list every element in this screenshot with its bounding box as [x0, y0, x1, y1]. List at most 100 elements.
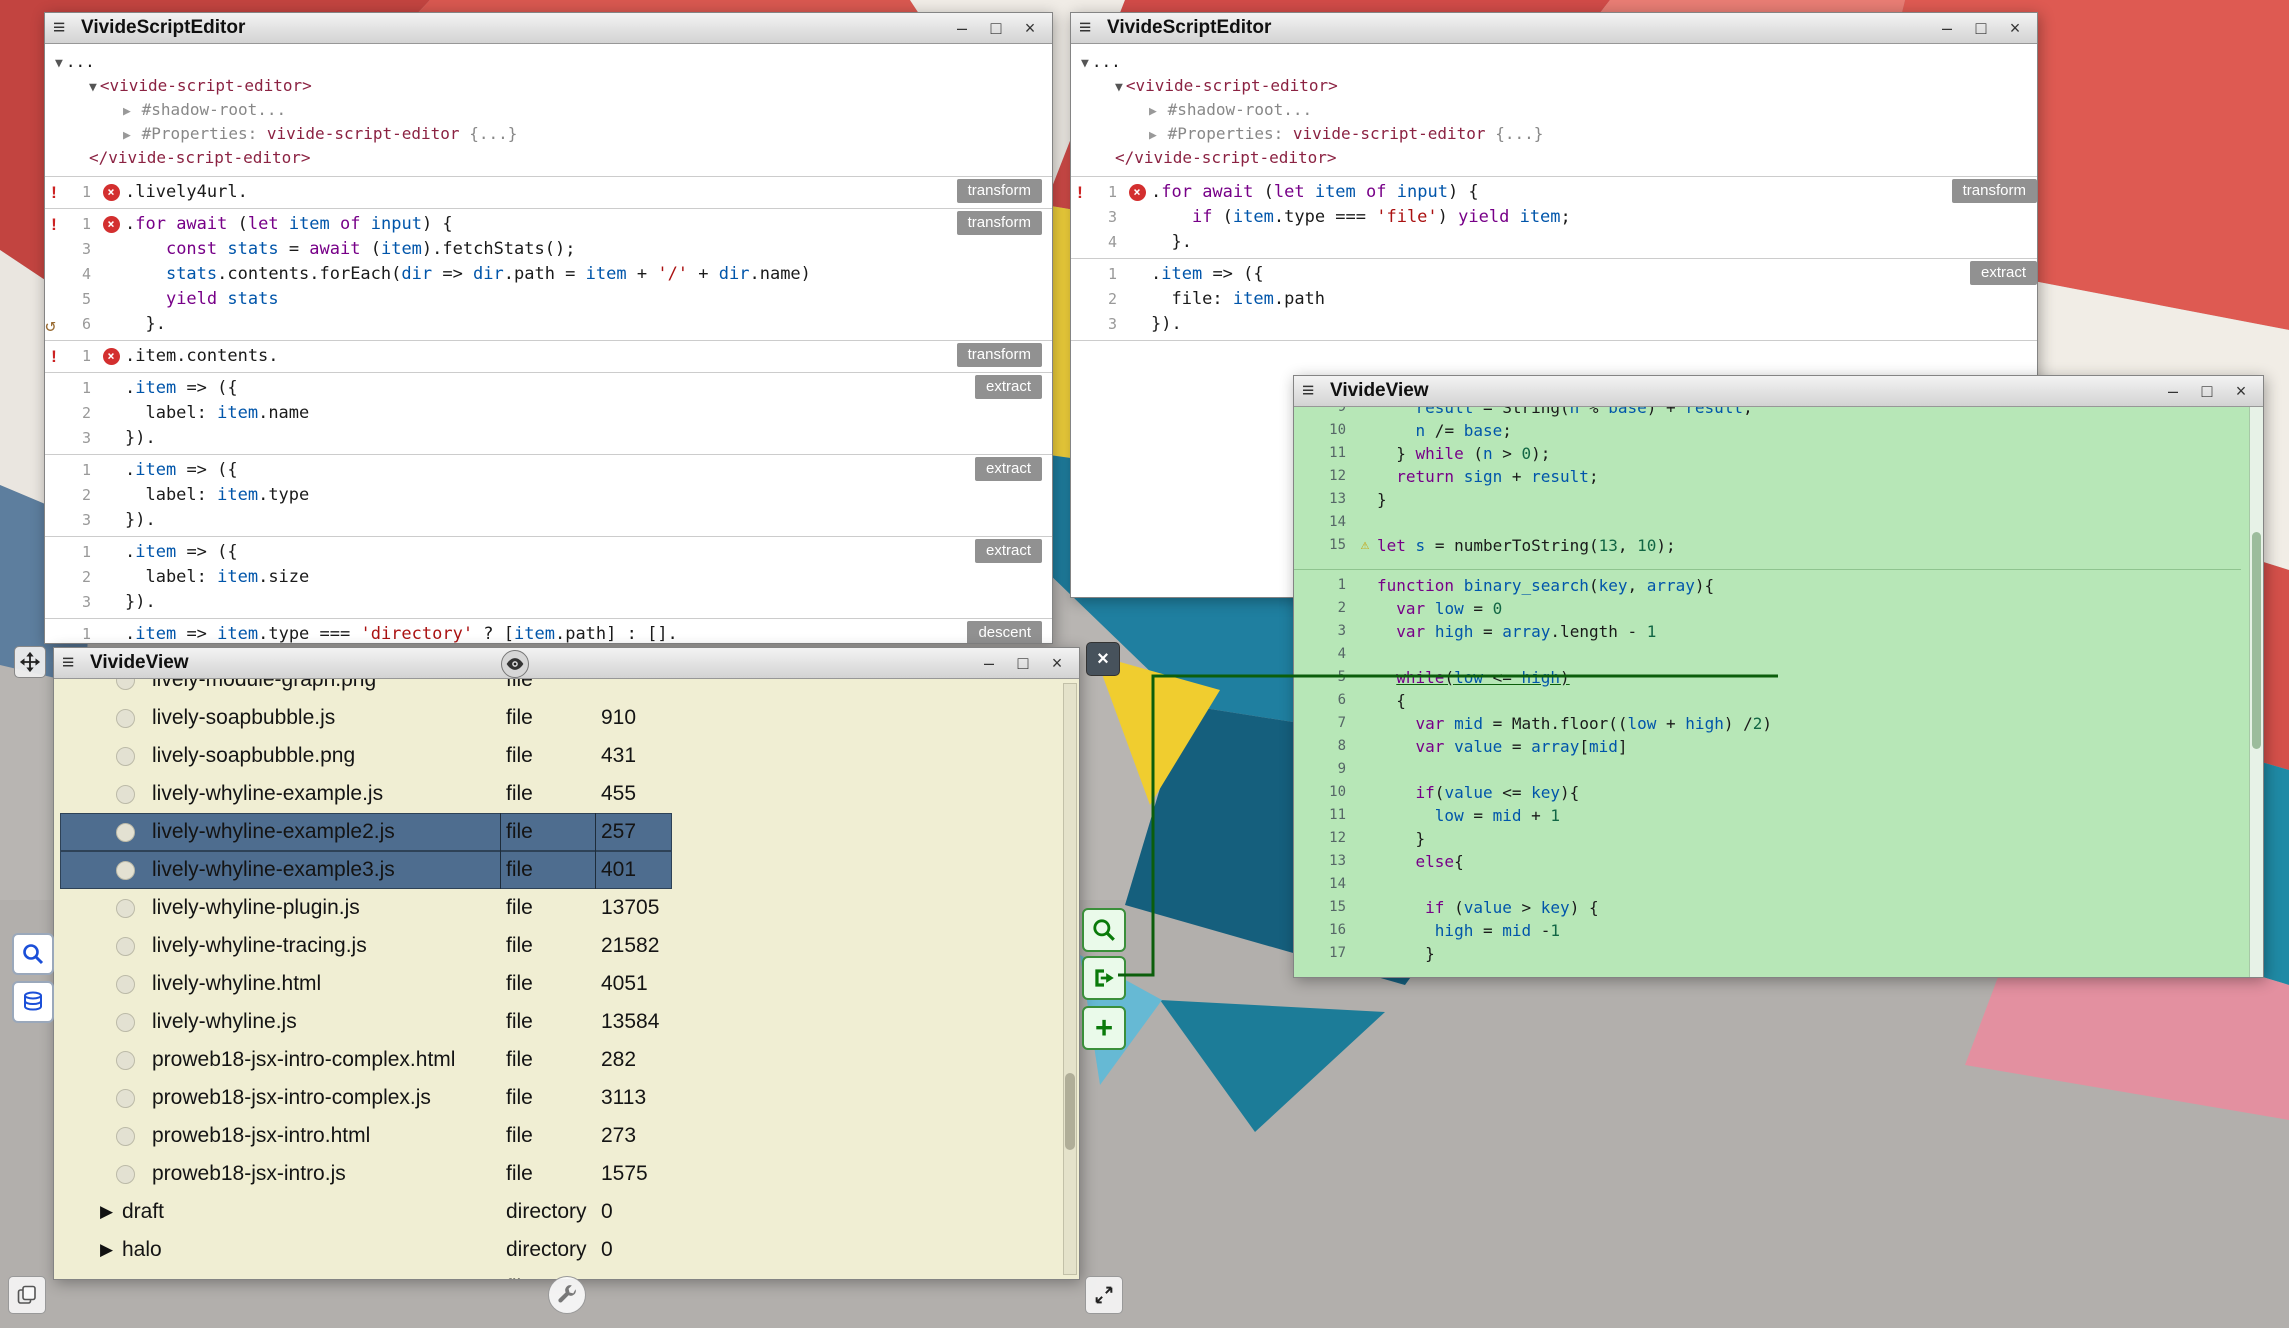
menu-icon[interactable]: ≡ — [62, 648, 88, 678]
configure-button[interactable] — [548, 1276, 586, 1314]
code-line[interactable]: 3 const stats = await (item).fetchStats(… — [45, 237, 1052, 262]
code-line[interactable]: 10 n /= base; — [1294, 419, 2241, 442]
minimize-button[interactable]: – — [979, 648, 999, 678]
menu-icon[interactable]: ≡ — [1079, 13, 1105, 43]
table-row[interactable]: lively-whyline.htmlfile4051 — [54, 965, 1079, 1003]
code-line[interactable]: 2 file: item.path — [1071, 287, 2037, 312]
code-line[interactable]: 12 } — [1294, 827, 2241, 850]
maximize-button[interactable]: □ — [1013, 648, 1033, 678]
maximize-button[interactable]: □ — [986, 13, 1006, 43]
close-button[interactable]: × — [2231, 376, 2251, 406]
code-line[interactable]: !1×.lively4url. — [45, 180, 1052, 205]
code-line[interactable]: 9 — [1294, 758, 2241, 781]
code-line[interactable]: 14 — [1294, 511, 2241, 534]
code-line[interactable]: 1.item => item.type === 'directory' ? [i… — [45, 622, 1052, 643]
expand-triangle-icon[interactable]: ▶ — [100, 1193, 113, 1231]
code-line[interactable]: 1.item => ({ — [1071, 262, 2037, 287]
code-line[interactable]: 13} — [1294, 488, 2241, 511]
copy-window-button[interactable] — [8, 1276, 46, 1314]
code-line[interactable]: 1.item => ({ — [45, 458, 1052, 483]
code-line[interactable]: 1.item => ({ — [45, 540, 1052, 565]
code-line[interactable]: 6 { — [1294, 689, 2241, 712]
dom-tree-line[interactable]: ▶ #Properties: vivide-script-editor {...… — [45, 123, 1052, 147]
code-line[interactable]: 3 if (item.type === 'file') yield item; — [1071, 205, 2037, 230]
code-line[interactable]: 2 label: item.name — [45, 401, 1052, 426]
code-line[interactable]: 3 var high = array.length - 1 — [1294, 620, 2241, 643]
expand-triangle-icon[interactable]: ▶ — [100, 1231, 113, 1269]
scrollbar[interactable] — [1063, 683, 1077, 1275]
code-line[interactable]: 15⚠let s = numberToString(13, 10); — [1294, 534, 2241, 557]
titlebar[interactable]: ≡ VivideScriptEditor – □ × — [45, 13, 1052, 44]
dom-tree-line[interactable]: ▶ #shadow-root... — [1071, 99, 2037, 123]
menu-icon[interactable]: ≡ — [1302, 376, 1328, 406]
code-line[interactable]: 17 } — [1294, 942, 2241, 965]
halo-close-button[interactable]: × — [1086, 642, 1120, 676]
code-line[interactable]: 5 yield stats — [45, 287, 1052, 312]
code-line[interactable]: 4 — [1294, 643, 2241, 666]
dom-tree-line[interactable]: ▼<vivide-script-editor> — [1071, 75, 2037, 99]
dom-tree-line[interactable]: ▼... — [1071, 51, 2037, 75]
titlebar[interactable]: ≡ VivideView – □ × — [54, 648, 1079, 679]
table-row[interactable]: proweb18-jsx-intro-complex.jsfile3113 — [54, 1079, 1079, 1117]
code-line[interactable]: 12 return sign + result; — [1294, 465, 2241, 488]
code-line[interactable]: 2 label: item.type — [45, 483, 1052, 508]
table-row[interactable]: lively-module-graph.pngfile — [54, 679, 1079, 699]
table-row[interactable]: lively-whyline-example3.jsfile401 — [54, 851, 1079, 889]
dom-tree-line[interactable]: </vivide-script-editor> — [1071, 147, 2037, 169]
resize-button[interactable] — [1085, 1276, 1123, 1314]
dom-tree-line[interactable]: </vivide-script-editor> — [45, 147, 1052, 169]
add-view-button[interactable]: + — [1082, 1006, 1126, 1050]
inspect-button[interactable] — [12, 933, 54, 975]
code-line[interactable]: 1function binary_search(key, array){ — [1294, 574, 2241, 597]
eye-toggle-button[interactable] — [501, 650, 529, 678]
minimize-button[interactable]: – — [1937, 13, 1957, 43]
code-line[interactable]: 10 if(value <= key){ — [1294, 781, 2241, 804]
code-line[interactable]: !1×.for await (let item of input) { — [45, 212, 1052, 237]
scrollbar-thumb[interactable] — [2252, 532, 2261, 749]
code-line[interactable]: ↺6 }. — [45, 312, 1052, 337]
code-line[interactable]: 13 else{ — [1294, 850, 2241, 873]
code-line[interactable]: 9 result = String(n % base) + result; — [1294, 407, 2241, 419]
scrollbar[interactable] — [2249, 407, 2263, 977]
code-line[interactable]: 5 while(low <= high) — [1294, 666, 2241, 689]
table-row[interactable]: lively-whyline-tracing.jsfile21582 — [54, 927, 1079, 965]
titlebar[interactable]: ≡ VivideScriptEditor – □ × — [1071, 13, 2037, 44]
code-line[interactable]: 14 — [1294, 873, 2241, 896]
table-row[interactable]: lively-whyline-example2.jsfile257 — [54, 813, 1079, 851]
code-line[interactable]: !1×.item.contents. — [45, 344, 1052, 369]
code-line[interactable]: !1×.for await (let item of input) { — [1071, 180, 2037, 205]
minimize-button[interactable]: – — [952, 13, 972, 43]
code-line[interactable]: 1.item => ({ — [45, 376, 1052, 401]
code-line[interactable]: 2 var low = 0 — [1294, 597, 2241, 620]
close-button[interactable]: × — [2005, 13, 2025, 43]
move-handle-button[interactable] — [14, 646, 46, 678]
dom-tree-line[interactable]: ▼<vivide-script-editor> — [45, 75, 1052, 99]
table-row[interactable]: proweb18-jsx-intro.htmlfile273 — [54, 1117, 1079, 1155]
code-line[interactable]: 2 label: item.size — [45, 565, 1052, 590]
code-line[interactable]: 3}). — [1071, 312, 2037, 337]
probe-search-button[interactable] — [1082, 908, 1126, 952]
dom-tree-line[interactable]: ▶ #shadow-root... — [45, 99, 1052, 123]
table-row[interactable]: lively-soapbubble.jsfile910 — [54, 699, 1079, 737]
dom-tree-line[interactable]: ▼... — [45, 51, 1052, 75]
maximize-button[interactable]: □ — [1971, 13, 1991, 43]
undo-icon[interactable]: ↺ — [45, 313, 56, 338]
code-line[interactable]: 4 stats.contents.forEach(dir => dir.path… — [45, 262, 1052, 287]
table-row[interactable]: proweb18-jsx-intro.jsfile1575 — [54, 1155, 1079, 1193]
close-button[interactable]: × — [1020, 13, 1040, 43]
export-connection-button[interactable] — [1082, 956, 1126, 1000]
table-row[interactable]: lively-whyline.jsfile13584 — [54, 1003, 1079, 1041]
minimize-button[interactable]: – — [2163, 376, 2183, 406]
table-row[interactable]: ▶halodirectory0 — [54, 1231, 1079, 1269]
code-line[interactable]: 11 low = mid + 1 — [1294, 804, 2241, 827]
table-row[interactable]: lively-whyline-plugin.jsfile13705 — [54, 889, 1079, 927]
code-line[interactable]: 3}). — [45, 590, 1052, 615]
code-line[interactable]: 4 }. — [1071, 230, 2037, 255]
table-row[interactable]: proweb18-jsx-intro-complex.htmlfile282 — [54, 1041, 1079, 1079]
scrollbar-thumb[interactable] — [1065, 1073, 1075, 1150]
close-button[interactable]: × — [1047, 648, 1067, 678]
code-line[interactable]: 15 if (value > key) { — [1294, 896, 2241, 919]
code-line[interactable]: 3}). — [45, 508, 1052, 533]
code-line[interactable]: 7 var mid = Math.floor((low + high) /2) — [1294, 712, 2241, 735]
code-line[interactable]: 8 var value = array[mid] — [1294, 735, 2241, 758]
